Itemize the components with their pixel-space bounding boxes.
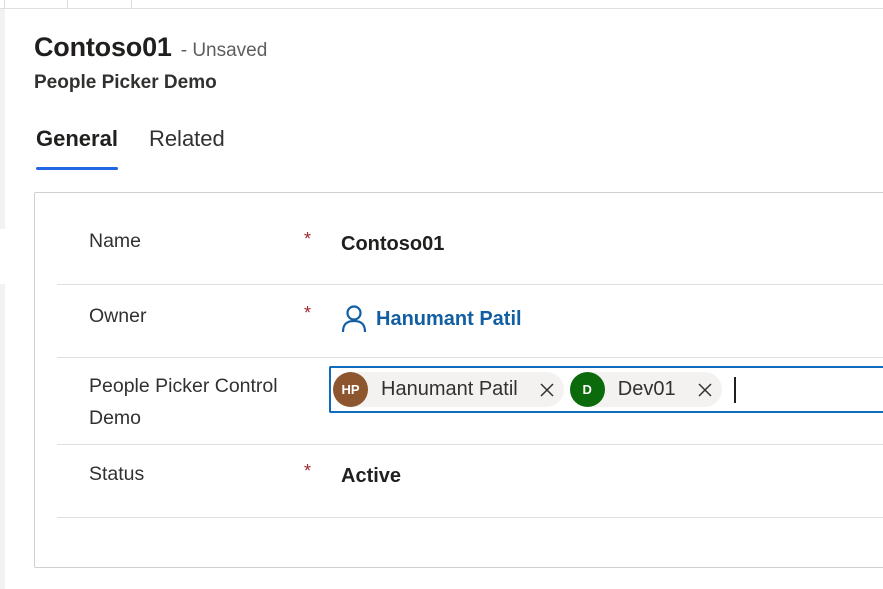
entity-name: People Picker Demo (34, 72, 217, 93)
required-indicator: * (304, 229, 312, 249)
top-bar (0, 0, 883, 9)
save-status: - Unsaved (180, 40, 268, 61)
person-chip-name: Hanumant Patil (381, 378, 518, 400)
top-tab-stub (4, 0, 5, 9)
field-row-people-picker: People Picker Control Demo HP Hanumant P… (57, 358, 883, 445)
left-rail-segment (0, 284, 5, 589)
field-row-name: Name * Contoso01 (57, 193, 883, 285)
top-tab-stub (67, 0, 68, 9)
top-tab-stub (131, 0, 132, 9)
form-section: Name * Contoso01 Owner * Hanumant Patil … (34, 192, 883, 568)
owner-name: Hanumant Patil (376, 307, 522, 330)
person-chip[interactable]: HP Hanumant Patil (333, 372, 564, 407)
avatar: D (569, 372, 605, 407)
record-header: Contoso01 - Unsaved (34, 32, 267, 63)
field-label: Status (89, 463, 145, 485)
people-picker-input[interactable]: HP Hanumant Patil D Dev01 (329, 366, 883, 413)
field-label: Owner (89, 305, 147, 327)
avatar: HP (333, 372, 368, 407)
tab-related[interactable]: Related (149, 126, 225, 170)
form-tabs: General Related (36, 126, 256, 170)
field-label: Name (89, 230, 142, 252)
field-row-status: Status * Active (57, 445, 883, 518)
field-label: People Picker Control Demo (89, 370, 299, 434)
left-rail-segment (0, 9, 5, 229)
text-cursor (733, 376, 736, 403)
status-field[interactable]: Active (341, 465, 401, 488)
owner-lookup-link[interactable]: Hanumant Patil (341, 305, 522, 333)
record-title: Contoso01 (34, 32, 172, 62)
required-indicator: * (304, 461, 312, 481)
field-label-line: People Picker Control (89, 375, 278, 397)
left-rail (0, 9, 5, 589)
name-field[interactable]: Contoso01 (341, 233, 444, 256)
field-row-owner: Owner * Hanumant Patil (57, 285, 883, 358)
field-label-line: Demo (89, 407, 142, 429)
person-icon (341, 305, 367, 333)
person-chip[interactable]: D Dev01 (569, 372, 722, 407)
close-icon[interactable] (540, 382, 554, 397)
required-indicator: * (304, 303, 312, 323)
person-chip-name: Dev01 (617, 378, 676, 400)
close-icon[interactable] (698, 382, 712, 397)
tab-general[interactable]: General (36, 126, 118, 170)
